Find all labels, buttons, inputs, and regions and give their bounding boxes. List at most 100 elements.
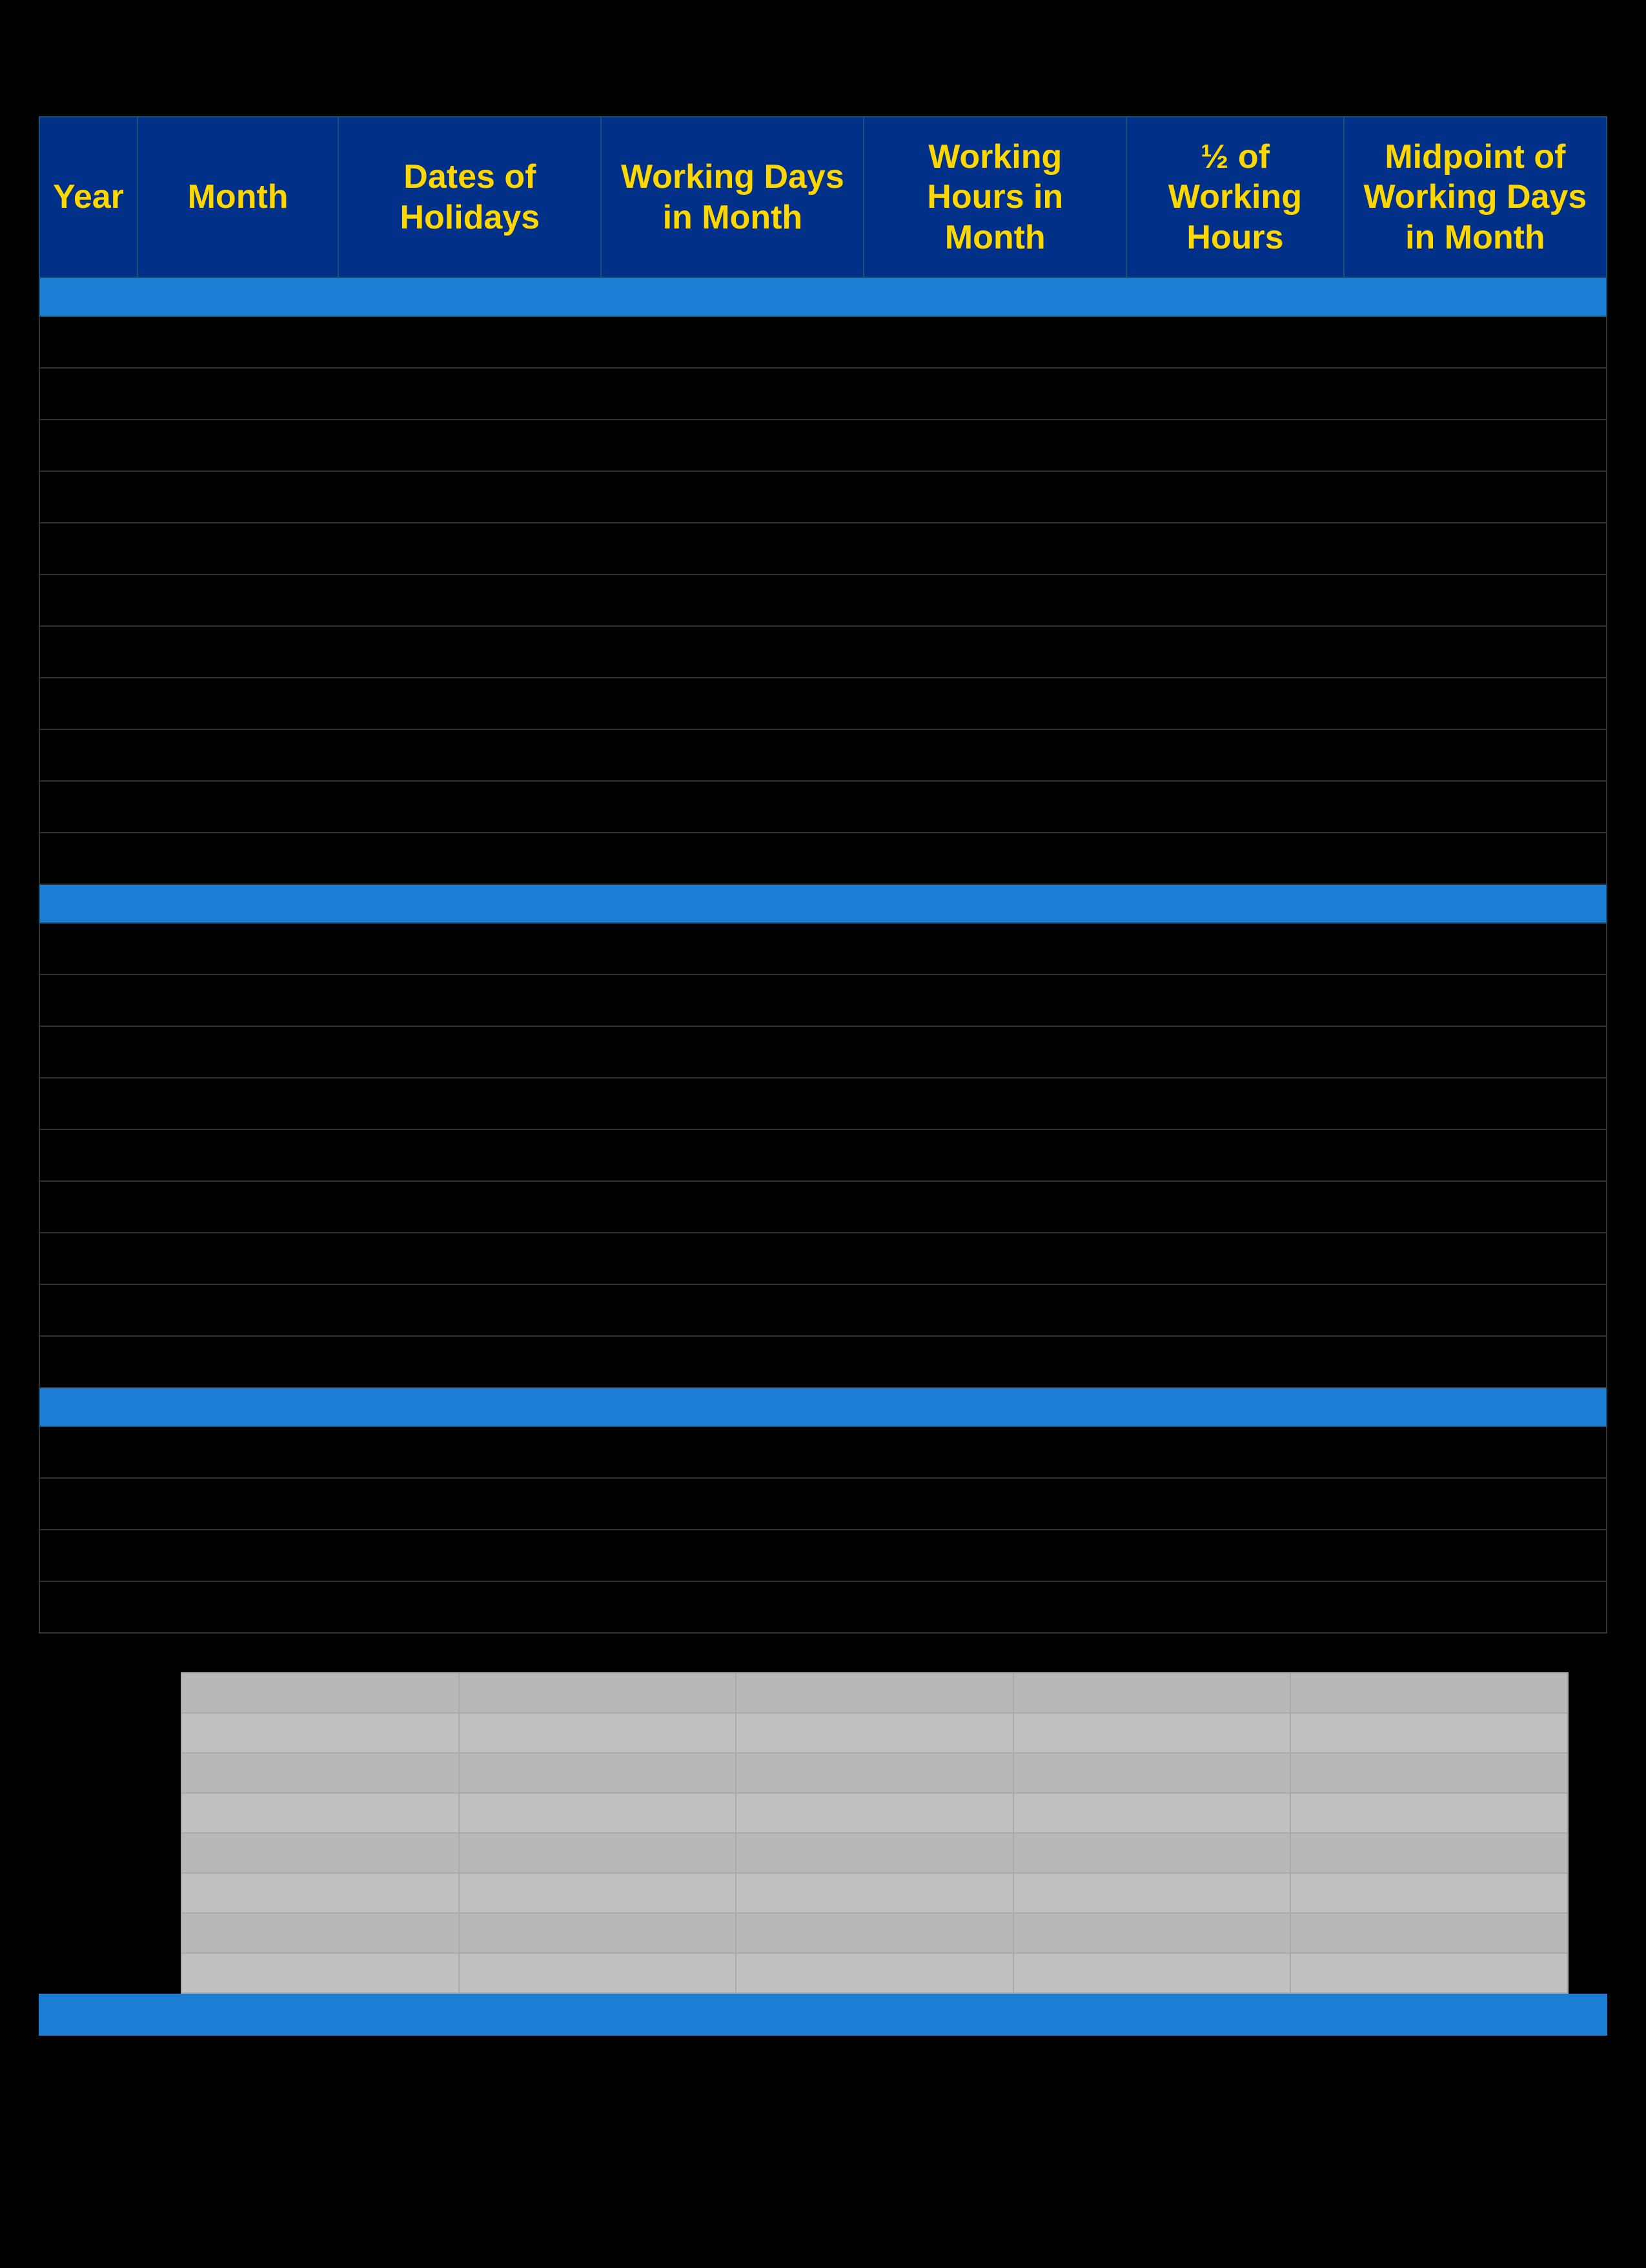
gray-cell	[736, 1833, 1013, 1873]
table-row	[39, 1426, 1607, 1478]
gray-cell	[736, 1953, 1013, 1993]
table-row	[39, 1233, 1607, 1284]
data-cell	[39, 420, 1607, 471]
data-cell	[39, 1581, 1607, 1633]
gray-cell	[736, 1873, 1013, 1913]
gray-cell	[1013, 1913, 1291, 1953]
data-cell	[39, 833, 1607, 884]
gray-cell	[1290, 1713, 1568, 1753]
gray-table-row	[181, 1873, 1568, 1913]
gray-cell	[1290, 1873, 1568, 1913]
data-cell	[39, 471, 1607, 523]
data-cell	[39, 574, 1607, 626]
table-row	[39, 1530, 1607, 1581]
gray-cell	[1290, 1953, 1568, 1993]
data-cell	[39, 523, 1607, 574]
main-table-section: Year Month Dates of Holidays Working Day…	[39, 116, 1607, 1634]
gray-cell	[1013, 1953, 1291, 1993]
table-row	[39, 316, 1607, 368]
header-dates-of-holidays: Dates of Holidays	[338, 117, 601, 278]
gray-cell	[181, 1833, 459, 1873]
gray-cell	[736, 1793, 1013, 1833]
table-row	[39, 678, 1607, 729]
data-cell	[39, 729, 1607, 781]
gray-cell	[1290, 1793, 1568, 1833]
data-cell	[39, 1026, 1607, 1078]
table-row	[39, 975, 1607, 1026]
gray-cell	[459, 1873, 737, 1913]
table-row	[39, 1026, 1607, 1078]
gray-cell	[736, 1913, 1013, 1953]
gray-cell	[459, 1673, 737, 1713]
data-cell	[39, 923, 1607, 975]
gray-table-row	[181, 1833, 1568, 1873]
table-row	[39, 626, 1607, 678]
gray-cell	[1290, 1913, 1568, 1953]
gray-table-row	[181, 1753, 1568, 1793]
table-row	[39, 1129, 1607, 1181]
gray-cell	[459, 1793, 737, 1833]
gray-cell	[1013, 1673, 1291, 1713]
table-row	[39, 729, 1607, 781]
table-header-row: Year Month Dates of Holidays Working Day…	[39, 117, 1607, 278]
table-row	[39, 523, 1607, 574]
main-table: Year Month Dates of Holidays Working Day…	[39, 116, 1607, 1634]
gray-cell	[1290, 1753, 1568, 1793]
table-row	[39, 781, 1607, 833]
gray-cell	[181, 1913, 459, 1953]
header-year: Year	[39, 117, 137, 278]
blue-bar-cell-1	[39, 278, 1607, 316]
gray-table-row	[181, 1673, 1568, 1713]
header-month: Month	[137, 117, 338, 278]
gray-cell	[459, 1713, 737, 1753]
table-row	[39, 1581, 1607, 1633]
data-cell	[39, 368, 1607, 420]
table-blue-bar-row-2	[39, 884, 1607, 923]
gray-table-row	[181, 1913, 1568, 1953]
gray-cell	[181, 1713, 459, 1753]
footer-space	[39, 2036, 1607, 2229]
data-cell	[39, 1129, 1607, 1181]
gray-cell	[459, 1833, 737, 1873]
gray-cell	[736, 1753, 1013, 1793]
gray-table	[181, 1672, 1569, 1994]
gray-cell	[181, 1673, 459, 1713]
gray-table-row	[181, 1793, 1568, 1833]
table-row	[39, 574, 1607, 626]
gray-cell	[736, 1673, 1013, 1713]
gray-table-section	[181, 1672, 1569, 1994]
gray-table-row	[181, 1713, 1568, 1753]
table-row	[39, 833, 1607, 884]
data-cell	[39, 1284, 1607, 1336]
blue-bar-cell-2	[39, 884, 1607, 923]
gray-cell	[181, 1873, 459, 1913]
gray-cell	[1013, 1873, 1291, 1913]
gray-cell	[181, 1953, 459, 1993]
data-cell	[39, 1530, 1607, 1581]
gray-cell	[181, 1793, 459, 1833]
table-row	[39, 1284, 1607, 1336]
data-cell	[39, 1233, 1607, 1284]
header-working-hours: Working Hours in Month	[864, 117, 1126, 278]
data-cell	[39, 316, 1607, 368]
gray-cell	[181, 1753, 459, 1793]
data-cell	[39, 1181, 1607, 1233]
table-row	[39, 420, 1607, 471]
gray-cell	[459, 1753, 737, 1793]
data-cell	[39, 678, 1607, 729]
data-cell	[39, 1478, 1607, 1530]
gray-table-row	[181, 1953, 1568, 1993]
table-row	[39, 368, 1607, 420]
gray-cell	[736, 1713, 1013, 1753]
table-blue-bar-row-3	[39, 1388, 1607, 1426]
header-midpoint: Midpoint of Working Days in Month	[1344, 117, 1607, 278]
table-row	[39, 923, 1607, 975]
gray-cell	[459, 1953, 737, 1993]
gray-cell	[1290, 1673, 1568, 1713]
data-cell	[39, 1336, 1607, 1388]
table-row	[39, 1078, 1607, 1129]
data-cell	[39, 1426, 1607, 1478]
gray-cell	[1013, 1833, 1291, 1873]
gray-cell	[1290, 1833, 1568, 1873]
page-container: Year Month Dates of Holidays Working Day…	[0, 0, 1646, 2268]
